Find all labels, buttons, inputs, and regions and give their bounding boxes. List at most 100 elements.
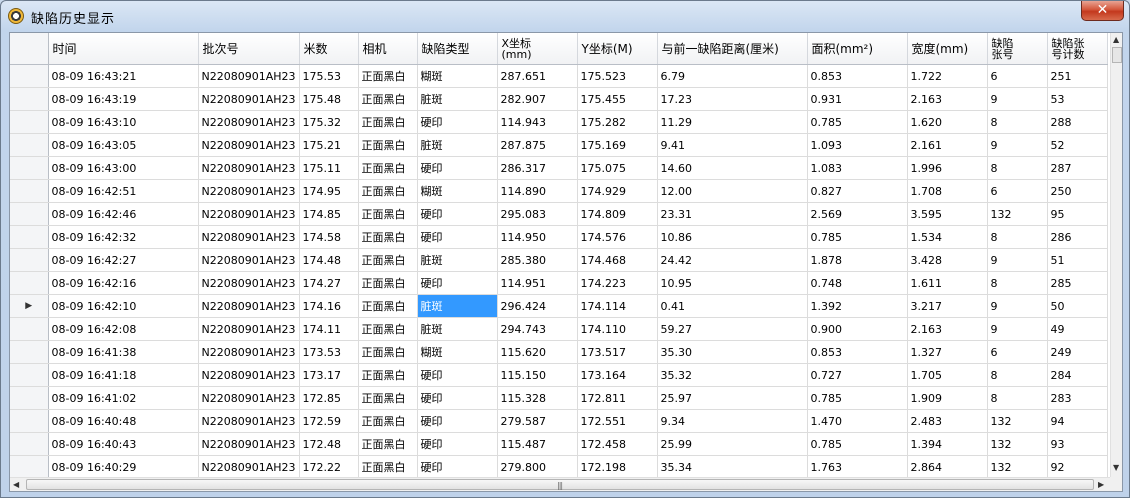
cell-time[interactable]: 08-09 16:43:19 <box>48 87 199 111</box>
cell-batch[interactable]: N22080901AH23 <box>198 317 300 341</box>
cell-count[interactable]: 49 <box>1047 317 1108 341</box>
cell-x[interactable]: 114.951 <box>497 271 578 295</box>
table-row[interactable]: 08-09 16:40:43 N22080901AH23 172.48 正面黑白 硬印 1… <box>10 432 1108 456</box>
cell-dist[interactable]: 9.34 <box>657 409 808 433</box>
cell-sheet[interactable]: 8 <box>987 271 1048 295</box>
cell-type[interactable]: 脏斑 <box>417 294 498 318</box>
column-header-sheet[interactable]: 缺陷 张号 <box>987 33 1048 65</box>
cell-sheet[interactable]: 132 <box>987 202 1048 226</box>
cell-batch[interactable]: N22080901AH23 <box>198 225 300 249</box>
table-row[interactable]: 08-09 16:43:00 N22080901AH23 175.11 正面黑白 硬印 2… <box>10 156 1108 180</box>
cell-meters[interactable]: 174.85 <box>299 202 359 226</box>
cell-area[interactable]: 1.470 <box>807 409 908 433</box>
cell-time[interactable]: 08-09 16:42:08 <box>48 317 199 341</box>
cell-dist[interactable]: 35.34 <box>657 455 808 477</box>
row-header[interactable] <box>10 409 49 433</box>
row-header[interactable] <box>10 340 49 364</box>
cell-camera[interactable]: 正面黑白 <box>358 363 418 387</box>
cell-count[interactable]: 93 <box>1047 432 1108 456</box>
cell-sheet[interactable]: 9 <box>987 317 1048 341</box>
cell-dist[interactable]: 6.79 <box>657 64 808 88</box>
cell-sheet[interactable]: 6 <box>987 340 1048 364</box>
cell-batch[interactable]: N22080901AH23 <box>198 248 300 272</box>
cell-batch[interactable]: N22080901AH23 <box>198 271 300 295</box>
cell-sheet[interactable]: 9 <box>987 87 1048 111</box>
cell-y[interactable]: 172.551 <box>577 409 658 433</box>
cell-count[interactable]: 249 <box>1047 340 1108 364</box>
row-header[interactable] <box>10 225 49 249</box>
cell-area[interactable]: 0.853 <box>807 64 908 88</box>
cell-time[interactable]: 08-09 16:41:02 <box>48 386 199 410</box>
cell-sheet[interactable]: 9 <box>987 294 1048 318</box>
cell-dist[interactable]: 25.99 <box>657 432 808 456</box>
cell-dist[interactable]: 0.41 <box>657 294 808 318</box>
cell-dist[interactable]: 17.23 <box>657 87 808 111</box>
cell-camera[interactable]: 正面黑白 <box>358 179 418 203</box>
row-header[interactable] <box>10 386 49 410</box>
cell-dist[interactable]: 23.31 <box>657 202 808 226</box>
cell-meters[interactable]: 175.21 <box>299 133 359 157</box>
cell-type[interactable]: 脏斑 <box>417 133 498 157</box>
cell-type[interactable]: 硬印 <box>417 271 498 295</box>
table-row[interactable]: 08-09 16:43:21 N22080901AH23 175.53 正面黑白 糊斑 2… <box>10 64 1108 88</box>
table-row[interactable]: 08-09 16:42:46 N22080901AH23 174.85 正面黑白 硬印 2… <box>10 202 1108 226</box>
cell-area[interactable]: 0.785 <box>807 386 908 410</box>
cell-type[interactable]: 脏斑 <box>417 87 498 111</box>
cell-x[interactable]: 282.907 <box>497 87 578 111</box>
row-header[interactable] <box>10 317 49 341</box>
cell-batch[interactable]: N22080901AH23 <box>198 133 300 157</box>
cell-count[interactable]: 283 <box>1047 386 1108 410</box>
cell-y[interactable]: 173.517 <box>577 340 658 364</box>
cell-camera[interactable]: 正面黑白 <box>358 386 418 410</box>
cell-x[interactable]: 286.317 <box>497 156 578 180</box>
scroll-right-arrow-icon[interactable]: ▶ <box>1098 480 1104 490</box>
row-header[interactable] <box>10 432 49 456</box>
cell-area[interactable]: 0.931 <box>807 87 908 111</box>
cell-camera[interactable]: 正面黑白 <box>358 294 418 318</box>
table-row[interactable]: 08-09 16:41:02 N22080901AH23 172.85 正面黑白 硬印 1… <box>10 386 1108 410</box>
cell-sheet[interactable]: 6 <box>987 64 1048 88</box>
cell-camera[interactable]: 正面黑白 <box>358 225 418 249</box>
cell-time[interactable]: 08-09 16:43:00 <box>48 156 199 180</box>
cell-camera[interactable]: 正面黑白 <box>358 110 418 134</box>
cell-area[interactable]: 1.083 <box>807 156 908 180</box>
cell-meters[interactable]: 175.32 <box>299 110 359 134</box>
row-header[interactable] <box>10 133 49 157</box>
cell-time[interactable]: 08-09 16:43:05 <box>48 133 199 157</box>
close-button[interactable]: ✕ <box>1081 1 1124 21</box>
cell-meters[interactable]: 172.85 <box>299 386 359 410</box>
cell-count[interactable]: 251 <box>1047 64 1108 88</box>
cell-width[interactable]: 1.705 <box>907 363 988 387</box>
scroll-left-arrow-icon[interactable]: ◀ <box>13 480 19 490</box>
column-header-type[interactable]: 缺陷类型 <box>417 33 498 65</box>
column-header-y[interactable]: Y坐标(M) <box>577 33 658 65</box>
cell-batch[interactable]: N22080901AH23 <box>198 64 300 88</box>
cell-x[interactable]: 115.620 <box>497 340 578 364</box>
cell-dist[interactable]: 10.86 <box>657 225 808 249</box>
table-row[interactable]: 08-09 16:40:29 N22080901AH23 172.22 正面黑白 硬印 2… <box>10 455 1108 477</box>
table-row[interactable]: 08-09 16:43:10 N22080901AH23 175.32 正面黑白 硬印 1… <box>10 110 1108 134</box>
column-header-area[interactable]: 面积(mm²) <box>807 33 908 65</box>
cell-type[interactable]: 硬印 <box>417 225 498 249</box>
cell-sheet[interactable]: 8 <box>987 386 1048 410</box>
horizontal-scrollbar[interactable]: ◀ ||| ▶ <box>10 477 1110 491</box>
cell-width[interactable]: 2.483 <box>907 409 988 433</box>
cell-width[interactable]: 2.163 <box>907 317 988 341</box>
table-row[interactable]: 08-09 16:43:05 N22080901AH23 175.21 正面黑白 脏斑 2… <box>10 133 1108 157</box>
cell-time[interactable]: 08-09 16:42:16 <box>48 271 199 295</box>
cell-count[interactable]: 250 <box>1047 179 1108 203</box>
cell-width[interactable]: 1.909 <box>907 386 988 410</box>
defect-grid[interactable]: 时间 批次号 米数 相机 缺陷类型 X坐标 (mm) Y坐标(M) 与前一缺陷距离(厘米) 面积… <box>10 33 1110 477</box>
cell-meters[interactable]: 174.58 <box>299 225 359 249</box>
cell-y[interactable]: 174.576 <box>577 225 658 249</box>
cell-time[interactable]: 08-09 16:42:10 <box>48 294 199 318</box>
cell-x[interactable]: 115.487 <box>497 432 578 456</box>
column-header-time[interactable]: 时间 <box>48 33 199 65</box>
cell-meters[interactable]: 173.53 <box>299 340 359 364</box>
cell-camera[interactable]: 正面黑白 <box>358 455 418 477</box>
cell-area[interactable]: 1.878 <box>807 248 908 272</box>
cell-camera[interactable]: 正面黑白 <box>358 87 418 111</box>
cell-area[interactable]: 0.785 <box>807 110 908 134</box>
cell-camera[interactable]: 正面黑白 <box>358 248 418 272</box>
cell-width[interactable]: 1.708 <box>907 179 988 203</box>
